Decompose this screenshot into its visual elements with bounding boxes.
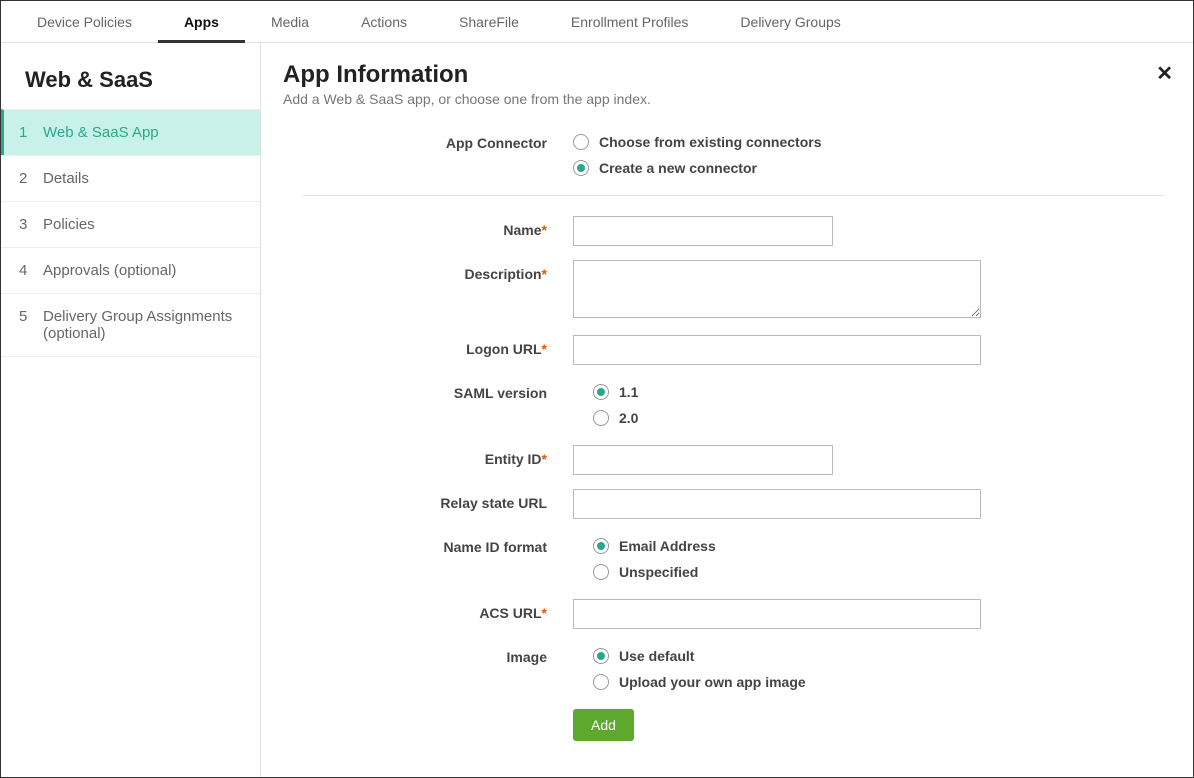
radio-use-default[interactable]: Use default (593, 643, 1165, 669)
radio-label: 1.1 (619, 384, 638, 400)
radio-saml-11[interactable]: 1.1 (593, 379, 1165, 405)
app-window: Device Policies Apps Media Actions Share… (0, 0, 1194, 778)
row-image: Image Use default Upload your own app im… (303, 643, 1165, 695)
radio-label: 2.0 (619, 410, 638, 426)
label-relay-state-url: Relay state URL (303, 489, 573, 519)
step-details[interactable]: 2 Details (1, 155, 260, 201)
label-name-id-format: Name ID format (303, 533, 573, 585)
add-button[interactable]: Add (573, 709, 634, 741)
content: ✕ App Information Add a Web & SaaS app, … (261, 43, 1193, 777)
step-label: Details (43, 170, 89, 187)
step-label: Delivery Group Assignments (optional) (43, 308, 242, 342)
description-input[interactable] (573, 260, 981, 318)
step-num: 3 (19, 216, 33, 233)
divider (303, 195, 1165, 196)
tab-device-policies[interactable]: Device Policies (11, 1, 158, 43)
tab-apps[interactable]: Apps (158, 1, 245, 43)
radio-saml-20[interactable]: 2.0 (593, 405, 1165, 431)
sidebar-title: Web & SaaS (1, 59, 260, 109)
radio-label: Unspecified (619, 564, 698, 580)
tab-enrollment-profiles[interactable]: Enrollment Profiles (545, 1, 715, 43)
radio-label: Email Address (619, 538, 716, 554)
radio-new-connector[interactable]: Create a new connector (573, 155, 1165, 181)
radio-label: Use default (619, 648, 694, 664)
row-add: Add (303, 709, 1165, 741)
radio-icon (593, 674, 609, 690)
close-icon[interactable]: ✕ (1156, 61, 1173, 86)
step-label: Approvals (optional) (43, 262, 176, 279)
radio-icon (573, 160, 589, 176)
radio-upload-image[interactable]: Upload your own app image (593, 669, 1165, 695)
step-policies[interactable]: 3 Policies (1, 201, 260, 247)
row-saml-version: SAML version 1.1 2.0 (303, 379, 1165, 431)
form: App Connector Choose from existing conne… (303, 129, 1165, 741)
step-label: Web & SaaS App (43, 124, 159, 141)
row-name-id-format: Name ID format Email Address Unspecified (303, 533, 1165, 585)
label-logon-url: Logon URL* (303, 335, 573, 365)
radio-unspecified[interactable]: Unspecified (593, 559, 1165, 585)
entity-id-input[interactable] (573, 445, 833, 475)
step-approvals[interactable]: 4 Approvals (optional) (1, 247, 260, 293)
label-saml-version: SAML version (303, 379, 573, 431)
relay-state-url-input[interactable] (573, 489, 981, 519)
step-num: 5 (19, 308, 33, 342)
tab-delivery-groups[interactable]: Delivery Groups (714, 1, 866, 43)
label-acs-url: ACS URL* (303, 599, 573, 629)
acs-url-input[interactable] (573, 599, 981, 629)
tab-sharefile[interactable]: ShareFile (433, 1, 545, 43)
step-num: 1 (19, 124, 33, 141)
label-image: Image (303, 643, 573, 695)
logon-url-input[interactable] (573, 335, 981, 365)
label-entity-id: Entity ID* (303, 445, 573, 475)
step-web-saas-app[interactable]: 1 Web & SaaS App (1, 109, 260, 155)
row-description: Description* (303, 260, 1165, 321)
page-title: App Information (283, 61, 1165, 89)
radio-label: Create a new connector (599, 160, 757, 176)
radio-existing-connectors[interactable]: Choose from existing connectors (573, 129, 1165, 155)
radio-icon (593, 384, 609, 400)
tab-actions[interactable]: Actions (335, 1, 433, 43)
page-subtitle: Add a Web & SaaS app, or choose one from… (283, 91, 1165, 107)
label-app-connector: App Connector (303, 129, 573, 181)
top-tabs: Device Policies Apps Media Actions Share… (1, 1, 1193, 43)
name-input[interactable] (573, 216, 833, 246)
radio-icon (593, 538, 609, 554)
label-description: Description* (303, 260, 573, 321)
radio-icon (593, 564, 609, 580)
step-num: 2 (19, 170, 33, 187)
label-name: Name* (303, 216, 573, 246)
radio-icon (593, 648, 609, 664)
step-delivery-groups[interactable]: 5 Delivery Group Assignments (optional) (1, 293, 260, 357)
tab-media[interactable]: Media (245, 1, 335, 43)
step-num: 4 (19, 262, 33, 279)
row-logon-url: Logon URL* (303, 335, 1165, 365)
row-acs-url: ACS URL* (303, 599, 1165, 629)
radio-label: Choose from existing connectors (599, 134, 821, 150)
row-name: Name* (303, 216, 1165, 246)
radio-icon (573, 134, 589, 150)
row-app-connector: App Connector Choose from existing conne… (303, 129, 1165, 181)
step-label: Policies (43, 216, 95, 233)
radio-label: Upload your own app image (619, 674, 806, 690)
radio-email-address[interactable]: Email Address (593, 533, 1165, 559)
radio-icon (593, 410, 609, 426)
body: Web & SaaS 1 Web & SaaS App 2 Details 3 … (1, 43, 1193, 777)
row-entity-id: Entity ID* (303, 445, 1165, 475)
row-relay-state-url: Relay state URL (303, 489, 1165, 519)
sidebar: Web & SaaS 1 Web & SaaS App 2 Details 3 … (1, 43, 261, 777)
